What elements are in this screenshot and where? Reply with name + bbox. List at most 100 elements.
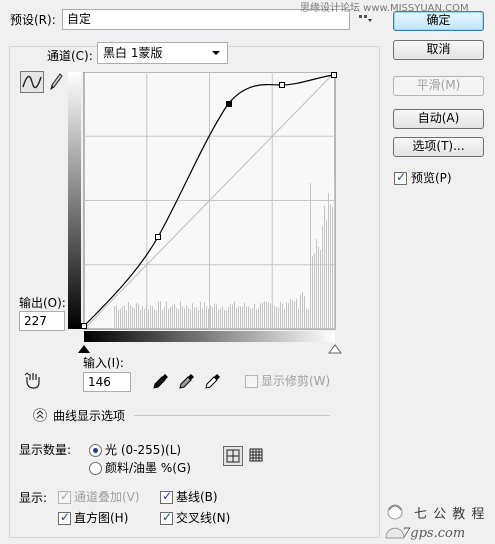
histogram-bar: [130, 305, 131, 329]
channel-select[interactable]: 黑白 1蒙版: [97, 42, 228, 64]
hand-adjust-icon[interactable]: [24, 371, 44, 389]
histogram-bar: [176, 308, 177, 329]
histogram-bar: [262, 302, 263, 329]
histogram-bar: [168, 309, 169, 329]
histogram-bar: [274, 305, 275, 329]
histogram-label: 直方图(H): [74, 511, 129, 525]
histogram-bar: [216, 304, 217, 329]
histogram-bar: [196, 307, 197, 329]
intersection-checkbox[interactable]: [160, 510, 173, 525]
histogram-bar: [228, 306, 229, 329]
histogram-bar: [192, 303, 193, 329]
histogram-bar: [300, 294, 301, 329]
histogram-bar: [246, 306, 247, 329]
histogram-bar: [126, 310, 127, 329]
histogram-bar: [184, 308, 185, 329]
channel-overlay-checkbox[interactable]: [58, 489, 71, 504]
histogram-bar: [154, 309, 155, 329]
histogram-bar: [170, 306, 171, 329]
show-amount-label: 显示数量:: [19, 443, 72, 457]
output-gradient-bar: [68, 72, 81, 329]
histogram-bar: [222, 306, 223, 329]
histogram-bar: [332, 207, 333, 329]
histogram-bar: [266, 301, 267, 329]
histogram-bar: [232, 304, 233, 329]
histogram-bar: [190, 309, 191, 329]
histogram-bar: [334, 176, 335, 329]
curve-display-options-label: 曲线显示选项: [53, 409, 126, 423]
white-eyedropper-icon[interactable]: [204, 372, 222, 390]
grid-10-icon[interactable]: [248, 447, 264, 463]
ok-button[interactable]: 确定: [393, 11, 484, 31]
histogram-bar: [180, 301, 181, 329]
curve-point: [279, 82, 285, 88]
channel-overlay-label: 通道叠加(V): [74, 490, 140, 504]
histogram-bar: [328, 192, 329, 329]
input-field[interactable]: 146: [83, 372, 131, 392]
histogram-bar: [198, 310, 199, 329]
preset-options-icon[interactable]: [358, 13, 372, 25]
input-label: 输入(I):: [83, 356, 124, 370]
histogram-bar: [264, 301, 265, 329]
curve-point: [81, 323, 87, 329]
curves-graph[interactable]: [68, 72, 342, 357]
histogram-checkbox[interactable]: [58, 510, 71, 525]
histogram-bar: [194, 307, 195, 329]
histogram-bar: [148, 309, 149, 329]
histogram-bar: [124, 305, 125, 329]
histogram-bar: [152, 306, 153, 329]
pencil-icon[interactable]: [48, 72, 64, 92]
histogram-bar: [182, 306, 183, 329]
histogram-bar: [284, 308, 285, 329]
watermark-site: 7gps.com: [402, 526, 466, 541]
curve-point: [155, 234, 161, 240]
histogram-bar: [322, 226, 323, 329]
histogram-bar: [298, 308, 299, 329]
histogram-bar: [218, 309, 219, 329]
histogram-bar: [278, 307, 279, 329]
histogram-bar: [118, 309, 119, 329]
baseline-checkbox[interactable]: [160, 489, 173, 504]
black-eyedropper-icon[interactable]: [152, 372, 170, 390]
histogram-bar: [292, 300, 293, 329]
gray-eyedropper-icon[interactable]: [178, 372, 196, 390]
histogram-bar: [320, 249, 321, 329]
baseline-label: 基线(B): [176, 490, 218, 504]
histogram-bar: [308, 309, 309, 329]
preview-checkbox[interactable]: [394, 170, 407, 185]
light-radio[interactable]: [89, 444, 102, 457]
white-point-slider: [328, 344, 342, 354]
curve-tool-icon[interactable]: [20, 71, 44, 93]
histogram-bar: [306, 308, 307, 329]
histogram-bar: [200, 301, 201, 329]
histogram-bar: [240, 306, 241, 329]
histogram-bar: [158, 301, 159, 329]
histogram-bar: [178, 309, 179, 329]
divider: [134, 415, 330, 416]
histogram-bar: [162, 309, 163, 329]
histogram-bar: [276, 307, 277, 329]
histogram-bar: [258, 308, 259, 329]
watermark-brand: 七 公 教 程: [414, 507, 486, 522]
collapse-chevron-icon[interactable]: [33, 408, 47, 422]
cancel-button[interactable]: 取消: [393, 40, 484, 60]
histogram-bar: [140, 310, 141, 329]
auto-button[interactable]: 自动(A): [393, 109, 484, 129]
pigment-radio[interactable]: [89, 462, 102, 475]
histogram-bar: [208, 308, 209, 329]
grid-4-icon[interactable]: [223, 446, 243, 466]
output-field[interactable]: 227: [19, 311, 65, 331]
histogram-bar: [312, 255, 313, 329]
histogram-bar: [146, 304, 147, 329]
histogram-bar: [310, 183, 311, 329]
histogram-bar: [324, 206, 325, 329]
channel-value: 黑白 1蒙版: [103, 46, 163, 60]
histogram-bar: [174, 304, 175, 329]
channel-label: 通道(C):: [44, 49, 96, 63]
histogram-bar: [166, 301, 167, 329]
options-button[interactable]: 选项(T)...: [393, 137, 484, 157]
histogram-bar: [210, 304, 211, 329]
histogram-bar: [252, 308, 253, 329]
smooth-button[interactable]: 平滑(M): [393, 76, 484, 96]
show-clipping-checkbox[interactable]: [245, 375, 258, 388]
